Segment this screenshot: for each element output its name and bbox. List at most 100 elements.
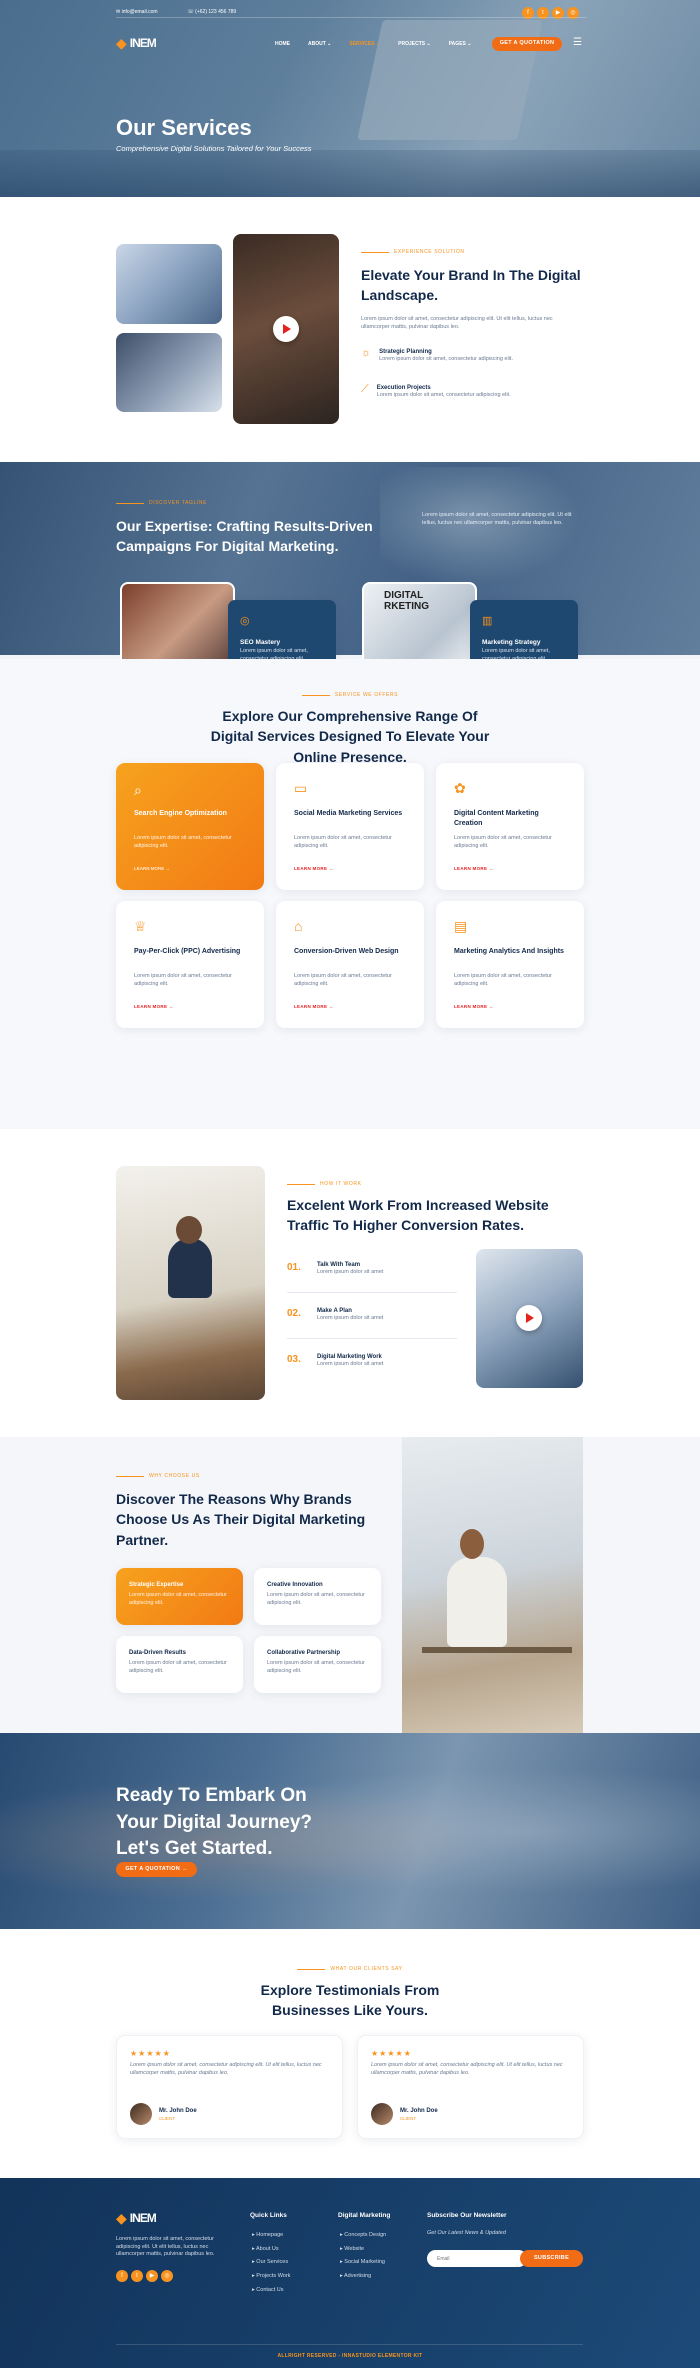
services-section: SERVICE WE OFFERS Explore Our Comprehens… — [0, 659, 700, 1129]
cta-bg-people — [0, 1733, 700, 1929]
kicker-line — [297, 1969, 326, 1970]
get-quotation-nav-button[interactable]: GET A QUOTATION — [492, 37, 562, 51]
service-text: Lorem ipsum dolor sit amet, consectetur … — [134, 835, 232, 849]
logo[interactable]: ◆ INEM — [116, 34, 157, 54]
footer-logo[interactable]: ◆ INEM — [116, 2209, 157, 2229]
step-text: Lorem ipsum dolor sit amet — [317, 1269, 384, 1276]
learn-more-link[interactable]: LEARN MORE → — [454, 866, 494, 872]
cta-title: Ready To Embark On Your Digital Journey?… — [116, 1785, 313, 1860]
topbar: ✉ info@email.com ☏ (+62) 123 456 789 — [116, 9, 236, 16]
hamburger-menu-icon[interactable]: ☰ — [573, 38, 582, 48]
newsletter-email-input[interactable] — [427, 2250, 527, 2267]
expertise-kicker: DISCOVER TAGLINE — [116, 500, 207, 507]
step-title: Make A Plan — [317, 1308, 352, 1314]
quick-links-list: ▸ Homepage ▸ About Us ▸ Our Services ▸ P… — [252, 2232, 290, 2294]
service-card-analytics[interactable]: ▤ Marketing Analytics And Insights Lorem… — [436, 901, 584, 1028]
phone-text: (+62) 123 456 789 — [195, 9, 237, 15]
services-kicker-text: SERVICE WE OFFERS — [334, 692, 399, 698]
nav-about[interactable]: ABOUT ⌄ — [308, 41, 331, 48]
reason-collaborative-partnership[interactable]: Collaborative Partnership Lorem ipsum do… — [254, 1636, 381, 1693]
footer-link-contact[interactable]: ▸ Contact Us — [252, 2287, 290, 2295]
reason-title: Data-Driven Results — [129, 1650, 187, 1656]
service-card-ppc[interactable]: ♕ Pay-Per-Click (PPC) Advertising Lorem … — [116, 901, 264, 1028]
learn-more-link[interactable]: LEARN MORE → — [454, 1004, 494, 1010]
why-kicker-text: WHY CHOOSE US — [149, 1473, 200, 1479]
facebook-icon[interactable]: f — [116, 2270, 128, 2282]
client-role: CLIENT — [159, 2116, 176, 2121]
client-name: Mr. John Doe — [400, 2108, 438, 2114]
footer-link-website[interactable]: ▸ Website — [340, 2246, 386, 2254]
service-card-seo[interactable]: ⌕ Search Engine Optimization Lorem ipsum… — [116, 763, 264, 890]
palette-icon: ✿ — [454, 780, 466, 796]
instagram-icon[interactable]: ◎ — [161, 2270, 173, 2282]
footer-link-about[interactable]: ▸ About Us — [252, 2246, 290, 2254]
seo-mastery-card[interactable]: ◎ SEO Mastery Lorem ipsum dolor sit amet… — [228, 600, 336, 659]
card-text: Lorem ipsum dolor sit amet, consectetur … — [240, 648, 308, 659]
nav-pages[interactable]: PAGES ⌄ — [449, 41, 472, 48]
seo-card-photo — [120, 582, 235, 659]
footer-link-services[interactable]: ▸ Our Services — [252, 2259, 290, 2267]
twitter-icon[interactable]: t — [131, 2270, 143, 2282]
testimonial-card: ★★★★★ Lorem ipsum dolor sit amet, consec… — [116, 2035, 343, 2139]
nav-projects[interactable]: PROJECTS ⌄ — [398, 41, 431, 48]
learn-more-link[interactable]: LEARN MORE → — [134, 866, 170, 872]
reason-creative-innovation[interactable]: Creative Innovation Lorem ipsum dolor si… — [254, 1568, 381, 1625]
nav-services-label: SERVICES — [349, 41, 375, 47]
footer-link-label: Projects Work — [256, 2273, 291, 2280]
quick-links-title: Quick Links — [250, 2212, 287, 2219]
service-title: Conversion-Driven Web Design — [294, 948, 399, 955]
service-text: Lorem ipsum dolor sit amet, consectetur … — [134, 973, 232, 987]
footer-link-concepts[interactable]: ▸ Concepts Design — [340, 2232, 386, 2240]
learn-more-link[interactable]: LEARN MORE → — [134, 1004, 174, 1010]
learn-more-link[interactable]: LEARN MORE → — [294, 1004, 334, 1010]
step-talk-with-team: 01. Talk With Team Lorem ipsum dolor sit … — [287, 1261, 457, 1293]
learn-more-link[interactable]: LEARN MORE → — [294, 866, 334, 872]
youtube-icon[interactable]: ▶ — [146, 2270, 158, 2282]
marketing-strategy-card[interactable]: ▥ Marketing Strategy Lorem ipsum dolor s… — [470, 600, 578, 659]
nav-home[interactable]: HOME — [275, 41, 290, 48]
copyright: ALLRIGHT RESERVED - INNASTUDIO ELEMENTOR… — [277, 2353, 423, 2359]
phone-contact[interactable]: ☏ (+62) 123 456 789 — [188, 9, 237, 16]
reason-title: Collaborative Partnership — [267, 1650, 341, 1656]
footer-link-label: Our Services — [256, 2259, 289, 2266]
elevate-title: Elevate Your Brand In The Digital Landsc… — [361, 267, 581, 304]
service-card-social[interactable]: ▭ Social Media Marketing Services Lorem … — [276, 763, 424, 890]
service-card-content[interactable]: ✿ Digital Content Marketing Creation Lor… — [436, 763, 584, 890]
reason-data-driven-results[interactable]: Data-Driven Results Lorem ipsum dolor si… — [116, 1636, 243, 1693]
feature-text: Lorem ipsum dolor sit amet, consectetur … — [379, 356, 513, 363]
get-quotation-cta-label: GET A QUOTATION — [125, 1865, 180, 1872]
play-video-button[interactable] — [273, 316, 299, 342]
newsletter-text: Get Our Latest News & Updated — [427, 2230, 506, 2236]
cta-banner-section: Ready To Embark On Your Digital Journey?… — [0, 1733, 700, 1929]
card-title: SEO Mastery — [240, 639, 281, 646]
subscribe-button[interactable]: SUBSCRIBE — [520, 2250, 583, 2267]
marketing-card-photo: DIGITAL RKETING — [362, 582, 477, 659]
footer-link-social[interactable]: ▸ Social Marketing — [340, 2259, 386, 2267]
bar-chart-icon: ▥ — [482, 615, 493, 627]
reason-strategic-expertise[interactable]: Strategic Expertise Lorem ipsum dolor si… — [116, 1568, 243, 1625]
nav-services[interactable]: SERVICES ⌄ — [349, 41, 380, 48]
footer-link-advertising[interactable]: ▸ Advertising — [340, 2273, 386, 2281]
chart-search-icon: ⌕ — [134, 782, 142, 798]
get-quotation-cta-button[interactable]: GET A QUOTATION → — [116, 1862, 197, 1877]
person-head — [176, 1216, 202, 1244]
work-kicker-text: HOW IT WORK — [320, 1181, 362, 1187]
topbar-divider — [116, 17, 586, 18]
testimonials-kicker-text: WHAT OUR CLIENTS SAY — [330, 1966, 403, 1972]
chart-line-icon: ⟋ — [361, 383, 369, 395]
email-contact[interactable]: ✉ info@email.com — [116, 9, 158, 16]
services-title: Explore Our Comprehensive Range Of Digit… — [210, 708, 490, 765]
reason-text: Lorem ipsum dolor sit amet, consectetur … — [129, 1660, 227, 1674]
service-card-web-design[interactable]: ⌂ Conversion-Driven Web Design Lorem ips… — [276, 901, 424, 1028]
why-kicker: WHY CHOOSE US — [116, 1473, 200, 1480]
footer-link-projects[interactable]: ▸ Projects Work — [252, 2273, 290, 2281]
footer-link-homepage[interactable]: ▸ Homepage — [252, 2232, 290, 2240]
feature-execution-projects: ⟋ Execution Projects Lorem ipsum dolor si… — [361, 383, 511, 400]
elevate-body: Lorem ipsum dolor sit amet, consectetur … — [361, 316, 553, 330]
services-kicker: SERVICE WE OFFERS — [0, 692, 700, 699]
play-video-button[interactable] — [516, 1305, 542, 1331]
bank-icon: ⌂ — [294, 918, 303, 934]
expertise-kicker-text: DISCOVER TAGLINE — [149, 500, 208, 506]
lightbulb-icon: ☼ — [361, 347, 372, 359]
service-title: Marketing Analytics And Insights — [454, 948, 564, 955]
